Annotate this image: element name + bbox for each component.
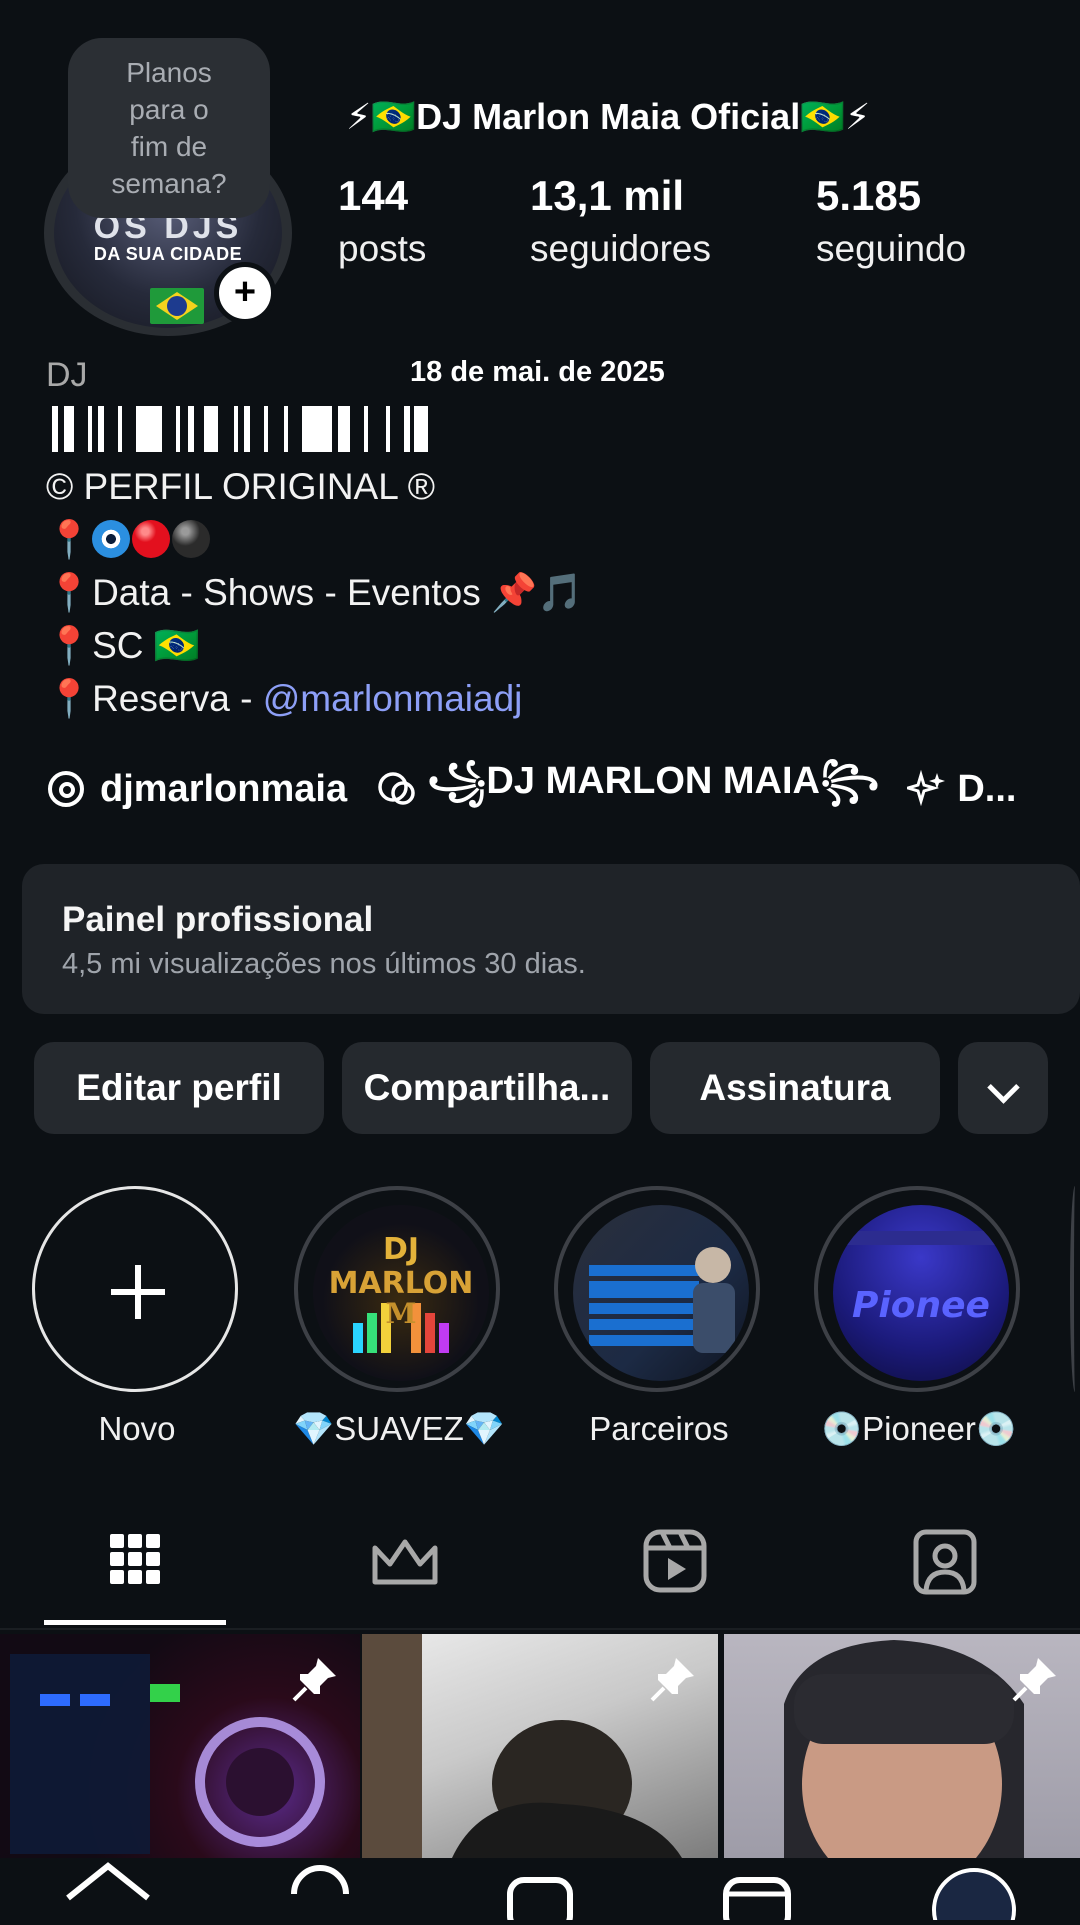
plus-icon-stroke xyxy=(135,1265,141,1319)
dashboard-title: Painel profissional xyxy=(62,900,374,939)
note-line: fim de xyxy=(130,131,208,162)
followers-label: seguidores xyxy=(530,228,712,269)
highlight-label: 💿Pioneer💿 xyxy=(821,1410,1017,1447)
more-options-button[interactable] xyxy=(958,1042,1048,1134)
highlight-label: 💎SUAVEZ💎 xyxy=(293,1410,505,1447)
tab-reels[interactable] xyxy=(600,1524,750,1604)
share-profile-button[interactable]: Compartilha... xyxy=(342,1042,632,1134)
edit-profile-button[interactable]: Editar perfil xyxy=(34,1042,324,1134)
note-line: semana? xyxy=(111,168,227,199)
highlight-cover: DJ MARLON M xyxy=(313,1205,489,1381)
add-story-button[interactable]: + xyxy=(214,262,276,324)
pin-icon xyxy=(292,1658,336,1702)
black-circle-icon xyxy=(172,520,211,558)
highlight-circle: Pionee xyxy=(814,1186,1020,1392)
chat-bubble-icon xyxy=(375,769,419,809)
note-line: Planos xyxy=(126,57,212,88)
svg-text:Pionee: Pionee xyxy=(852,1285,990,1326)
tab-grid[interactable] xyxy=(60,1524,210,1604)
search-icon xyxy=(291,1865,349,1895)
bio-line: © PERFIL ORIGINAL ® xyxy=(46,466,435,507)
tab-divider xyxy=(0,1628,1080,1630)
bottom-navigation xyxy=(0,1858,1080,1925)
bottom-nav-icons xyxy=(66,1862,1016,1925)
dj-logo-icon: DJ MARLON M xyxy=(329,1232,474,1353)
create-icon xyxy=(507,1877,573,1925)
subscription-button[interactable]: Assinatura xyxy=(650,1042,940,1134)
svg-text:DJ: DJ xyxy=(383,1232,419,1267)
posts-label: posts xyxy=(338,228,427,269)
posts-value: 144 xyxy=(338,172,409,219)
highlight-circle xyxy=(32,1186,238,1392)
reels-icon xyxy=(643,1529,707,1593)
profile-note-bubble[interactable]: Planos para o fim de semana? xyxy=(68,38,270,218)
following-value: 5.185 xyxy=(816,172,922,219)
highlight-cover xyxy=(573,1205,749,1381)
bio-line: 📍SC 🇧🇷 xyxy=(46,625,200,666)
highlight-label: Parceiros xyxy=(589,1410,729,1447)
followers-count[interactable]: 13,1 mil seguidores xyxy=(530,172,711,270)
post-tile[interactable] xyxy=(724,1634,1080,1858)
highlight-cover: Pionee xyxy=(833,1205,1009,1381)
following-label: seguindo xyxy=(816,228,967,269)
post-tile[interactable] xyxy=(362,1634,718,1858)
bio-line-dots: 📍 xyxy=(46,513,583,566)
blue-eye-icon xyxy=(92,520,131,558)
home-icon xyxy=(66,1862,150,1901)
professional-dashboard[interactable]: Painel profissional 4,5 mi visualizações… xyxy=(22,864,1080,1014)
pin-icon xyxy=(1012,1658,1056,1702)
highlight-label: Novo xyxy=(98,1410,176,1447)
dashboard-subtitle: 4,5 mi visualizações nos últimos 30 dias… xyxy=(62,948,586,980)
tab-tagged[interactable] xyxy=(870,1524,1020,1604)
grid-icon xyxy=(110,1534,160,1584)
crown-icon xyxy=(372,1539,438,1585)
highlight-next-partial[interactable] xyxy=(1070,1186,1080,1392)
red-circle-icon xyxy=(132,520,171,558)
tab-subscriptions[interactable] xyxy=(330,1524,480,1604)
threads-icon[interactable] xyxy=(46,769,86,809)
profile-link-3[interactable]: D... xyxy=(957,768,1016,811)
pioneer-logo-icon: Pionee xyxy=(843,1231,999,1326)
note-line: para o xyxy=(129,94,209,125)
pin-emoji: 📍 xyxy=(46,519,93,560)
tagged-person-icon xyxy=(913,1529,977,1595)
date-stamp: 18 de mai. de 2025 xyxy=(410,356,665,388)
profile-link-2[interactable]: ꧁DJ MARLON MAIA꧂ xyxy=(427,750,879,828)
mention-link[interactable]: @marlonmaiadj xyxy=(263,678,523,719)
sparkle-icon xyxy=(903,769,947,809)
posts-count[interactable]: 144 posts xyxy=(338,172,426,270)
svg-text:M: M xyxy=(386,1297,417,1330)
profile-bio: © PERFIL ORIGINAL ® 📍 📍Data - Shows - Ev… xyxy=(46,460,583,725)
post-tile[interactable] xyxy=(0,1634,360,1858)
bio-line: 📍Data - Shows - Eventos 📌🎵 xyxy=(46,572,584,613)
service-list-thumbnail xyxy=(589,1247,735,1353)
active-tab-indicator xyxy=(44,1620,226,1625)
brazil-flag-icon xyxy=(150,288,204,324)
reels-nav-icon xyxy=(723,1877,791,1925)
threads-handle-link[interactable]: djmarlonmaia xyxy=(100,768,347,811)
profile-nav-avatar xyxy=(932,1868,1016,1925)
pin-icon xyxy=(650,1658,694,1702)
barcode-decoration xyxy=(52,406,428,452)
profile-links-row: djmarlonmaia ꧁DJ MARLON MAIA꧂ D... xyxy=(46,750,1016,828)
followers-value: 13,1 mil xyxy=(530,172,685,219)
following-count[interactable]: 5.185 seguindo xyxy=(816,172,966,270)
chevron-down-icon xyxy=(987,1071,1020,1104)
reserve-text: 📍Reserva - xyxy=(46,678,263,719)
svg-text:MARLON: MARLON xyxy=(329,1266,474,1301)
highlight-circle: DJ MARLON M xyxy=(294,1186,500,1392)
profile-category: DJ xyxy=(46,356,88,394)
highlight-circle xyxy=(554,1186,760,1392)
profile-display-name: ⚡🇧🇷DJ Marlon Maia Oficial🇧🇷⚡ xyxy=(346,96,871,137)
bio-line-reserve: 📍Reserva - @marlonmaiadj xyxy=(46,672,583,725)
